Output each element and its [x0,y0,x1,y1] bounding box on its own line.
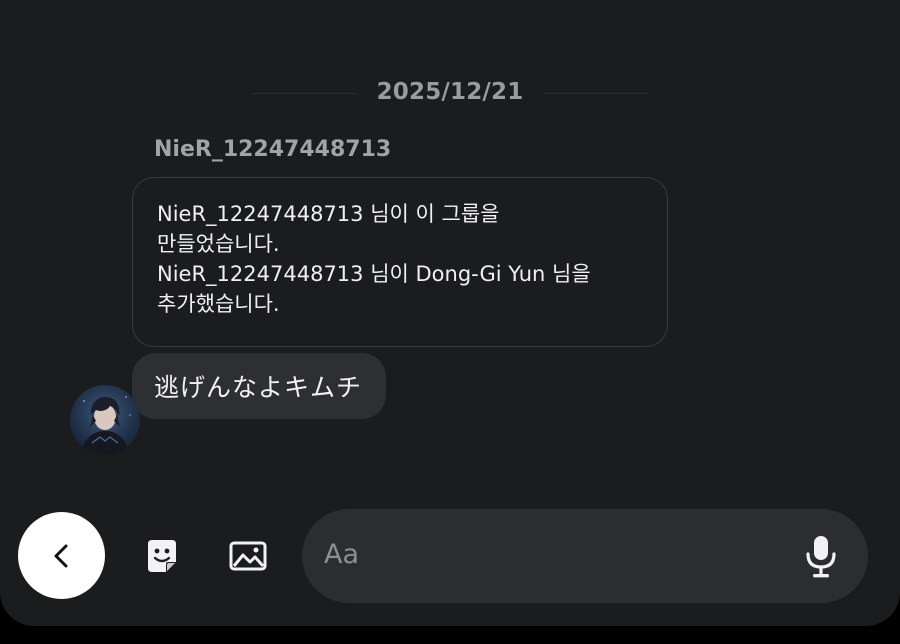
date-divider-left [252,93,358,94]
input-placeholder: Aa [324,539,360,570]
system-message-line: NieR_12247448713 님이 이 그룹을 [157,202,500,226]
avatar-image [80,396,131,455]
gallery-button[interactable] [226,534,270,578]
system-message-bubble: NieR_12247448713 님이 이 그룹을 만들었습니다. NieR_1… [132,177,668,347]
chevron-left-icon [54,544,67,567]
date-divider-right [544,93,648,94]
microphone-icon [806,536,836,578]
back-button[interactable] [18,512,105,599]
gallery-icon [229,541,267,571]
message-text: 逃げんなよキムチ [154,373,363,402]
message-bubble[interactable]: 逃げんなよキムチ [132,353,387,419]
sticker-icon [148,540,176,572]
system-message-line: NieR_12247448713 님이 Dong-Gi Yun 님을 [157,262,591,286]
date-separator: 2025/12/21 [0,76,900,112]
system-message-line: 만들었습니다. [157,232,280,256]
sender-name: NieR_12247448713 [154,137,392,162]
date-label: 2025/12/21 [376,79,524,105]
system-message-line: 추가했습니다. [157,292,280,316]
chat-screen: 2025/12/21 NieR_12247448713 NieR_1224744… [0,0,900,626]
sticker-button[interactable] [140,534,184,578]
avatar[interactable] [70,385,140,455]
message-input[interactable]: Aa [302,509,868,603]
voice-button[interactable] [798,533,844,581]
